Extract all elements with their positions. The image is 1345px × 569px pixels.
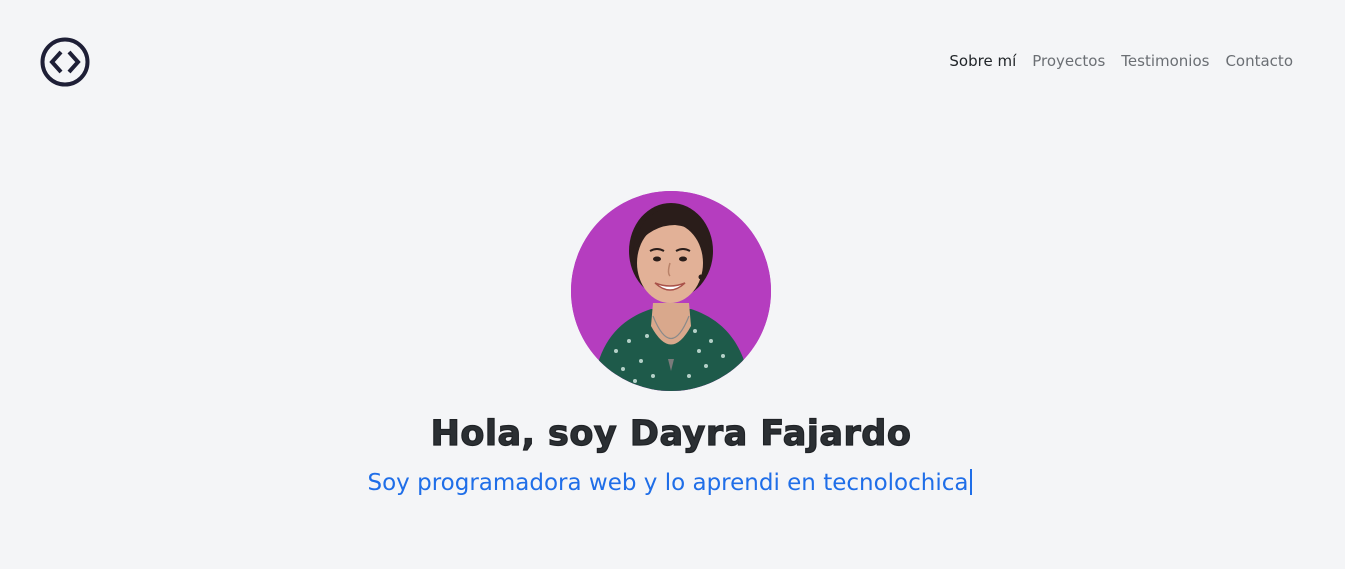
nav-link-proyectos[interactable]: Proyectos [1024, 51, 1113, 71]
hero-subtitle-text: Soy programadora web y lo aprendi en tec… [367, 470, 969, 496]
hero-subtitle: Soy programadora web y lo aprendi en tec… [0, 468, 1340, 498]
nav-link-sobre-mi[interactable]: Sobre mí [941, 51, 1024, 71]
typing-caret [970, 469, 973, 495]
page: Sobre mí Proyectos Testimonios Contacto [0, 0, 1345, 569]
hero-title: Hola, soy Dayra Fajardo [430, 413, 912, 454]
code-brackets-icon [40, 37, 90, 87]
nav-link-testimonios[interactable]: Testimonios [1113, 51, 1217, 71]
main-nav: Sobre mí Proyectos Testimonios Contacto [941, 51, 1293, 71]
nav-link-contacto[interactable]: Contacto [1217, 51, 1293, 71]
logo-link[interactable] [40, 37, 90, 87]
avatar [571, 191, 771, 391]
profile-photo [571, 191, 771, 391]
